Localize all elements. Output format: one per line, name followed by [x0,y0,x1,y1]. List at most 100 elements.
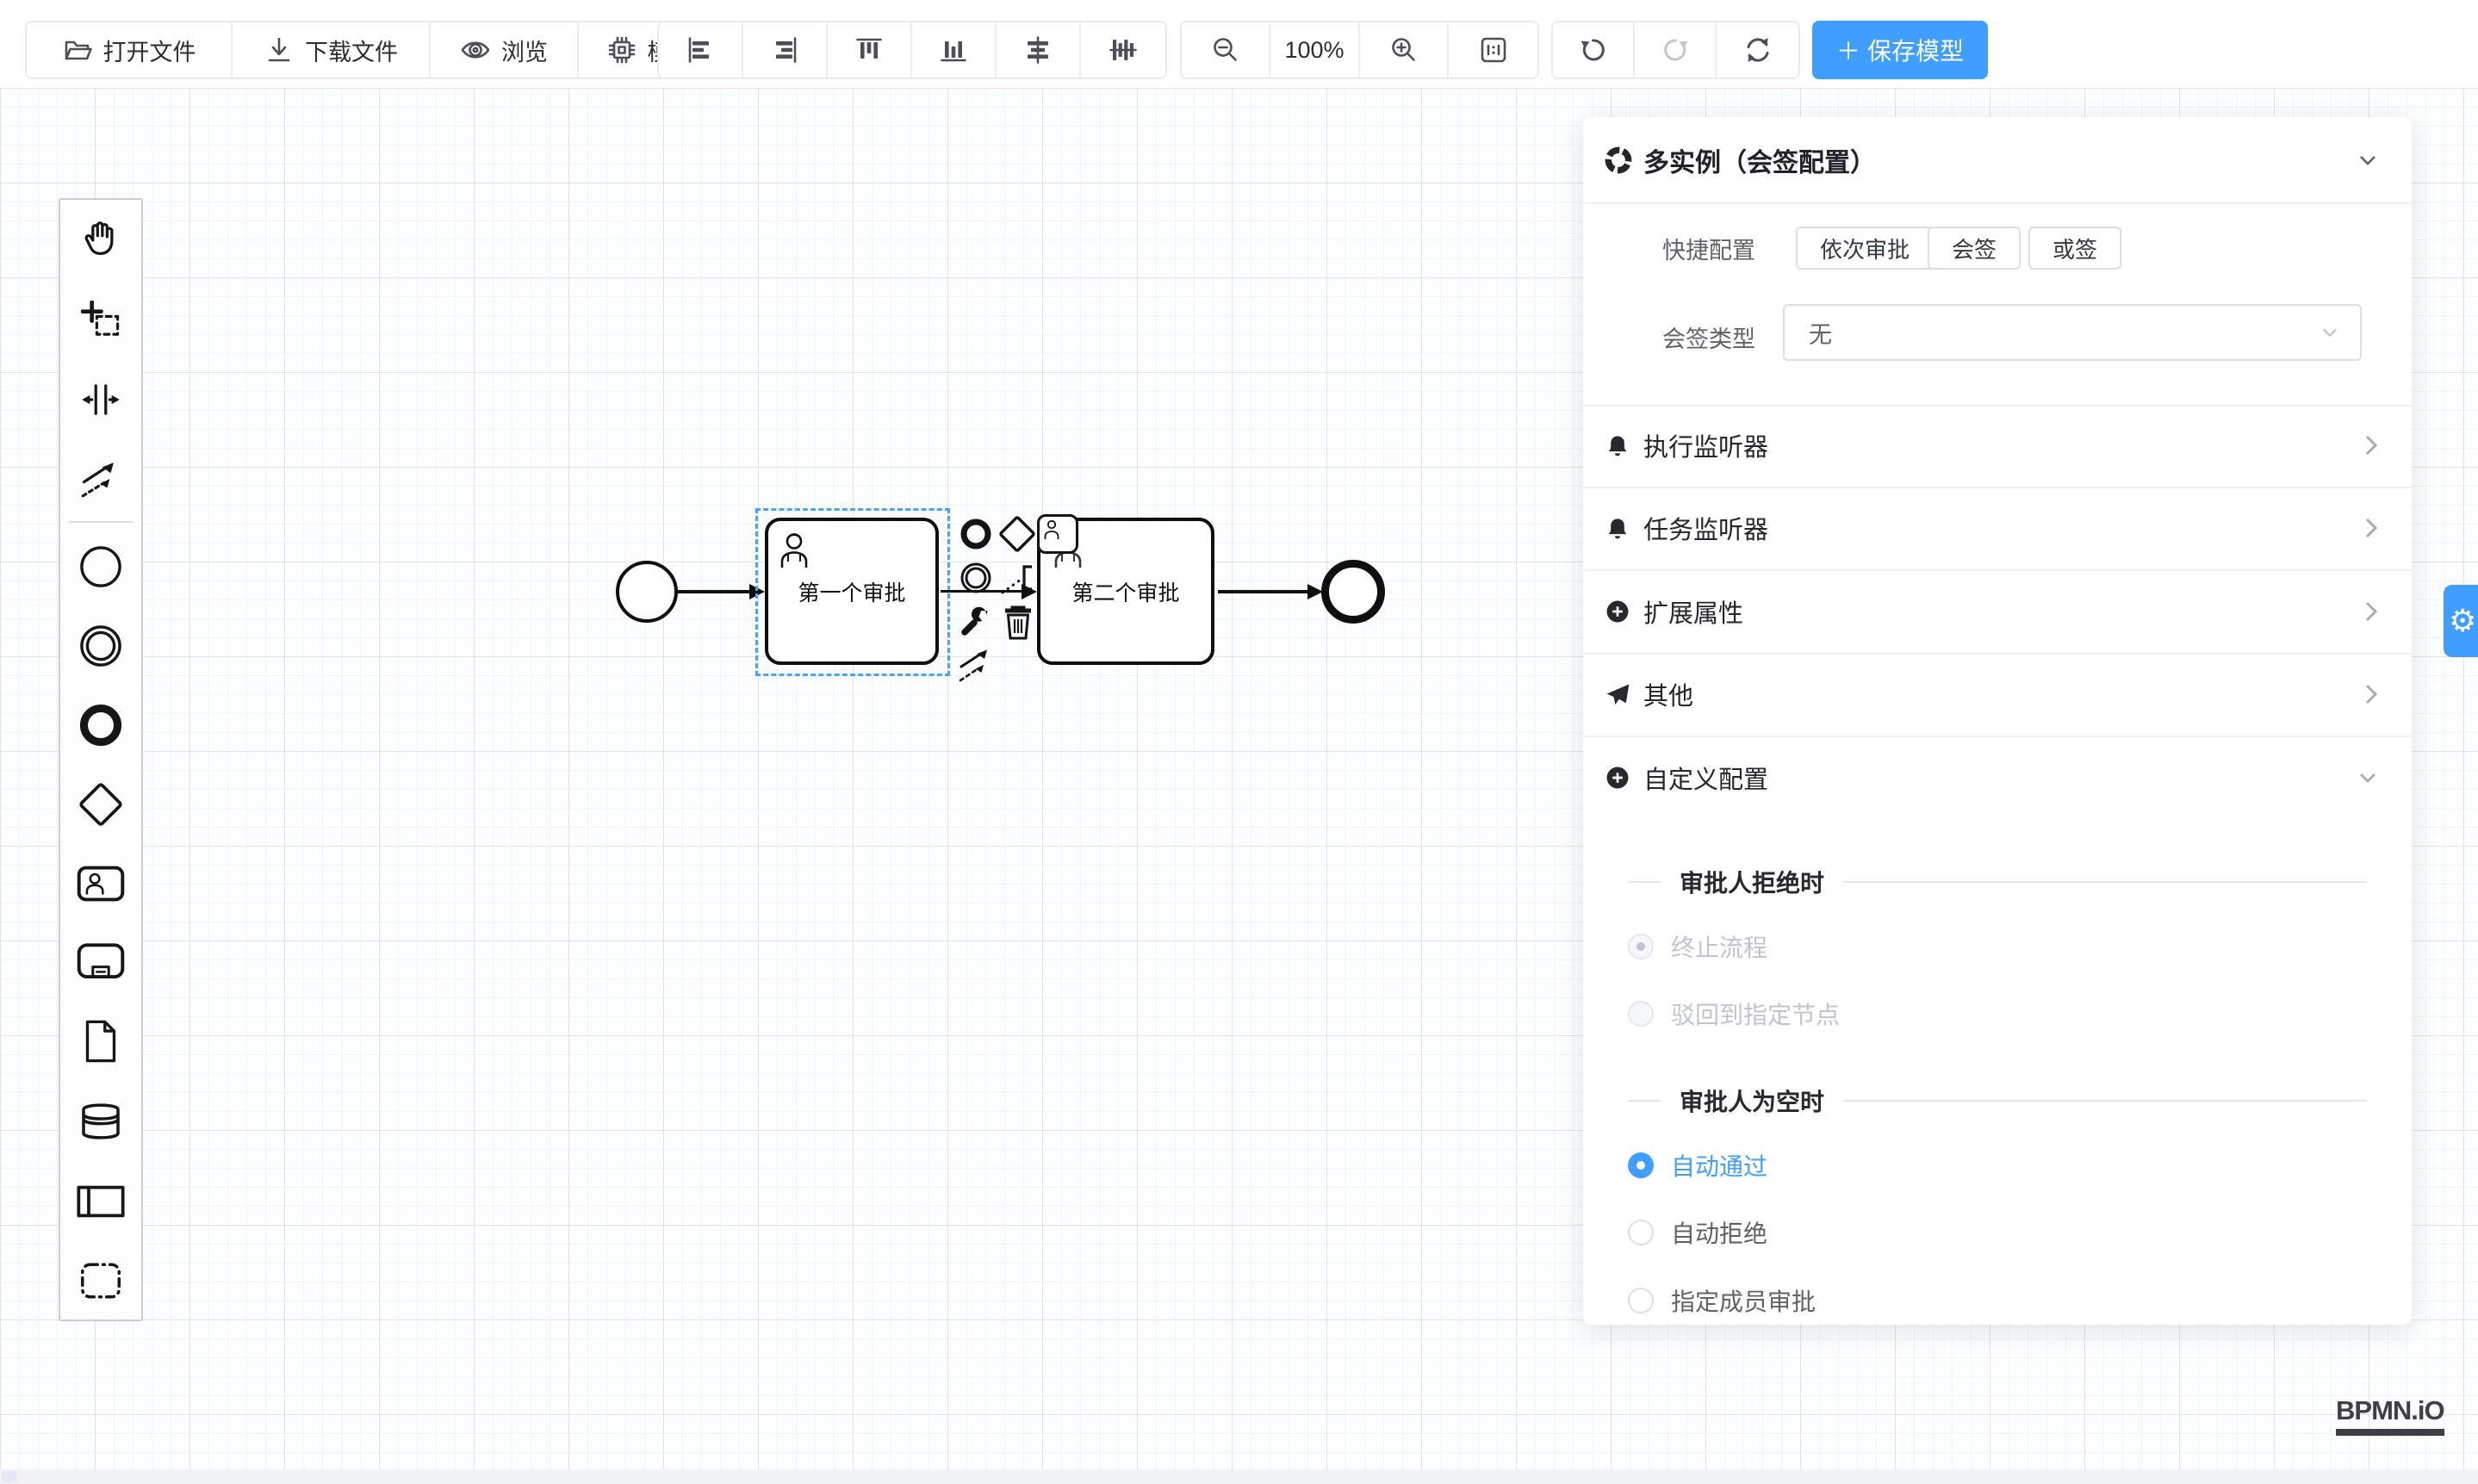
palette-gateway[interactable] [60,767,141,842]
bell-icon [1604,514,1631,542]
wrench-icon[interactable] [958,603,994,639]
radio-label: 指定成员审批 [1671,1283,1816,1318]
multi-instance-icon [1604,146,1633,175]
chevron-right-icon [2363,433,2379,457]
section-custom-config[interactable]: 自定义配置 [1583,757,2412,798]
palette-end-event[interactable] [60,687,141,763]
section-label: 扩展属性 [1643,593,1743,630]
reject-group-divider: 审批人拒绝时 [1583,865,2412,899]
radio-label: 自动拒绝 [1671,1215,1767,1250]
chevron-down-icon[interactable] [2357,151,2379,170]
hand-tool[interactable] [60,200,141,276]
redo-icon [1660,34,1691,65]
quick-option-countersign-button[interactable]: 会签 [1928,227,2021,270]
radio-circle [1628,1152,1654,1178]
lasso-tool[interactable] [60,283,141,358]
divider-line [1628,881,1661,883]
divider [1583,405,2412,407]
history-button-group [1551,21,1800,79]
section-extended-properties[interactable]: 扩展属性 [1583,591,2412,632]
radio-designated-member[interactable]: 指定成员审批 [1628,1280,1816,1321]
sequence-flow-3[interactable] [1218,590,1307,593]
section-execution-listener[interactable]: 执行监听器 [1583,425,2412,466]
section-task-listener[interactable]: 任务监听器 [1583,507,2412,549]
plus-circle-icon [1604,764,1631,792]
panel-header[interactable]: 多实例（会签配置） [1583,138,2412,183]
palette-separator [69,521,133,523]
align-center-vertical-button[interactable] [1081,22,1165,78]
preview-label: 浏览 [501,34,548,67]
append-text-annotation-icon[interactable] [997,558,1037,601]
zoom-in-button[interactable] [1360,22,1449,78]
connect-icon[interactable] [958,644,997,684]
palette-intermediate-event[interactable] [60,608,141,684]
preview-button[interactable]: 浏览 [431,22,579,78]
folder-open-icon [62,34,93,65]
zoom-out-button[interactable] [1182,22,1270,78]
trash-icon[interactable] [1001,601,1035,641]
task-first-approval[interactable]: 第一个审批 [765,518,939,665]
bpmn-io-logo-underline [2336,1429,2444,1436]
quick-option-sequential-button[interactable]: 依次审批 [1796,227,1934,270]
user-icon [777,528,811,571]
align-bottom-button[interactable] [912,22,997,78]
align-center-horizontal-button[interactable] [997,22,1081,78]
align-center-horizontal-icon [1022,34,1053,65]
start-event-shape[interactable] [616,561,678,623]
palette [59,198,143,1321]
bpmn-io-logo[interactable]: BPMN.iO [2336,1395,2444,1436]
append-end-event-icon[interactable] [958,516,994,552]
zoom-in-icon [1388,34,1419,65]
radio-auto-reject[interactable]: 自动拒绝 [1628,1212,1767,1253]
radio-label: 驳回到指定节点 [1671,997,1840,1031]
save-model-button[interactable]: ＋ 保存模型 [1812,21,1988,79]
palette-data-object[interactable] [60,1003,141,1079]
palette-participant[interactable] [60,1164,141,1239]
redo-button[interactable] [1635,22,1717,78]
global-connect-tool[interactable] [60,440,141,516]
chevron-right-icon [2363,599,2379,624]
participant-icon [77,1184,125,1219]
eye-icon [460,34,491,65]
align-bottom-icon [938,34,969,65]
palette-user-task[interactable] [60,846,141,922]
undo-button[interactable] [1553,22,1635,78]
sign-type-label: 会签类型 [1662,320,1755,354]
sign-type-select[interactable]: 无 [1783,304,2362,361]
chevron-right-icon [2363,682,2379,706]
file-button-group: 打开文件 下载文件 浏览 模拟 [25,21,723,79]
palette-call-activity[interactable] [60,925,141,1001]
divider [1583,569,2412,571]
align-left-button[interactable] [659,22,743,78]
end-event-shape[interactable] [1321,560,1385,624]
open-file-button[interactable]: 打开文件 [27,22,233,78]
panel-toggle-tab[interactable]: ⚙ [2444,585,2478,657]
section-other[interactable]: 其他 [1583,674,2412,715]
task-label: 第一个审批 [768,576,935,607]
radio-auto-pass[interactable]: 自动通过 [1628,1145,1767,1186]
append-intermediate-event-icon[interactable] [958,560,994,596]
bottom-corner-chip [2,1471,17,1482]
data-object-icon [82,1020,120,1063]
reset-icon-button[interactable] [1717,22,1798,78]
space-tool[interactable] [60,362,141,438]
open-file-label: 打开文件 [103,34,196,67]
download-file-button[interactable]: 下载文件 [233,22,431,78]
download-file-label: 下载文件 [305,34,398,67]
data-store-icon [79,1102,122,1141]
append-user-task-icon[interactable] [1037,514,1078,554]
palette-group[interactable] [60,1243,141,1319]
radio-label: 自动通过 [1671,1148,1767,1183]
palette-start-event[interactable] [60,529,141,605]
quick-option-orsign-button[interactable]: 或签 [2028,227,2121,270]
chevron-down-icon [2357,768,2379,787]
divider [1583,487,2412,488]
task-label: 第二个审批 [1040,576,1211,607]
align-right-button[interactable] [743,22,828,78]
sequence-flow-1[interactable] [678,590,750,593]
align-top-button[interactable] [828,22,912,78]
append-gateway-icon[interactable] [997,514,1037,554]
divider [1583,653,2412,655]
palette-data-store[interactable] [60,1084,141,1159]
fit-viewport-button[interactable] [1449,22,1537,78]
